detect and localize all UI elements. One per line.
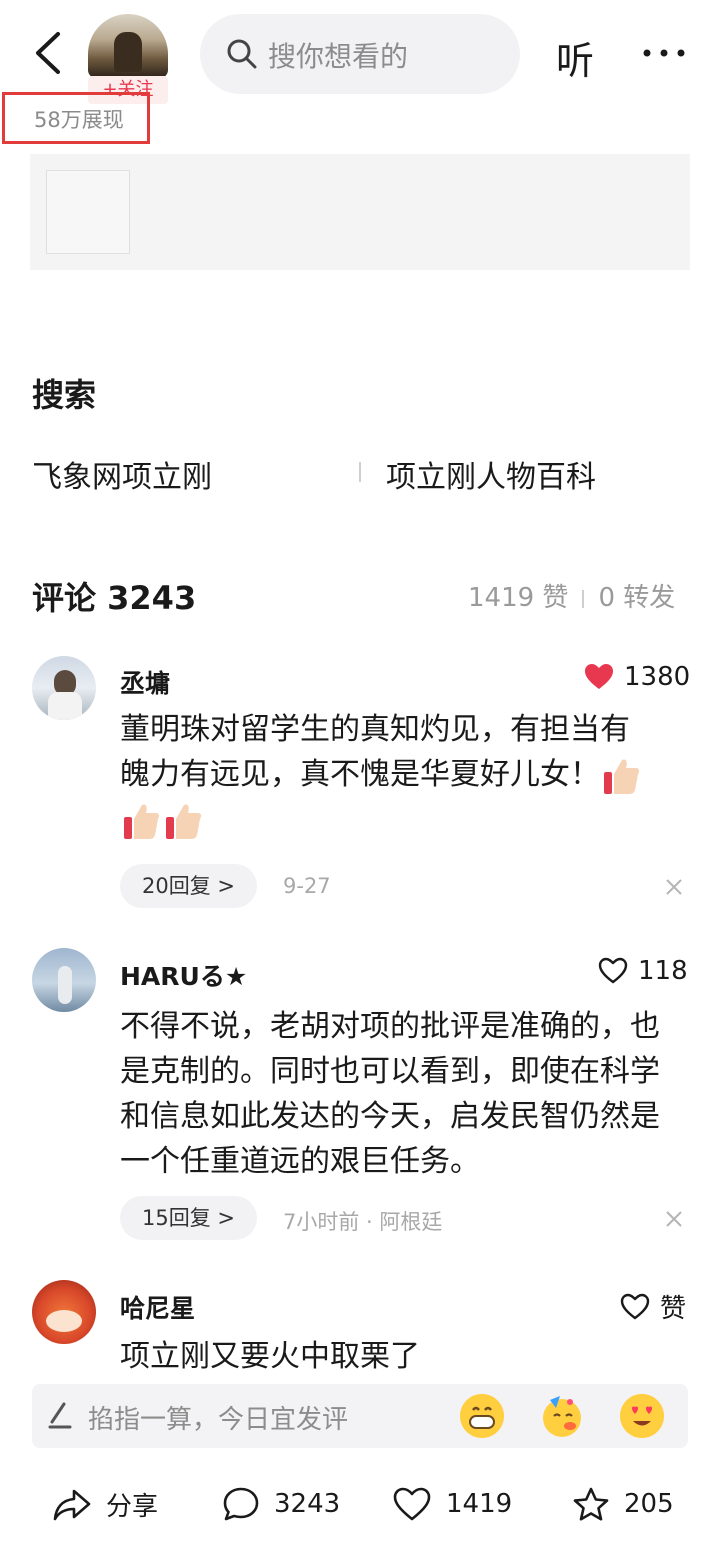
close-icon[interactable] — [664, 877, 684, 897]
share-button[interactable]: 分享 — [52, 1486, 158, 1523]
heart-eyes-emoji-icon[interactable] — [620, 1394, 664, 1438]
search-placeholder[interactable]: 搜你想看的 — [268, 35, 408, 75]
heart-outline-icon — [598, 957, 628, 984]
thumbs-up-emoji — [164, 801, 202, 841]
more-options-icon[interactable] — [642, 48, 686, 58]
comment-bubble-icon — [223, 1487, 259, 1521]
heart-filled-icon — [585, 664, 613, 689]
comment-like-button[interactable]: 118 — [598, 956, 688, 986]
comment-like-button[interactable]: 1380 — [584, 662, 690, 692]
comment-like-count: 1380 — [624, 662, 691, 692]
comment-meta: 9-27 — [283, 874, 331, 898]
author-avatar[interactable]: +关注 — [88, 14, 168, 104]
views-count: 58万展现 — [34, 108, 124, 132]
commenter-name[interactable]: 丞墉 — [120, 664, 170, 700]
comment-like-count: 赞 — [660, 1294, 687, 1324]
close-icon[interactable] — [664, 1209, 684, 1229]
comment-text: 项立刚又要火中取栗了 — [120, 1339, 420, 1374]
commenter-name[interactable]: 哈尼星 — [120, 1289, 195, 1325]
favorite-button[interactable]: 205 — [572, 1486, 674, 1522]
back-arrow-icon[interactable] — [28, 30, 68, 76]
content-image-placeholder — [46, 170, 130, 254]
party-emoji-icon[interactable] — [540, 1394, 584, 1438]
divider — [359, 462, 361, 482]
comment-input-placeholder[interactable]: 掐指一算，今日宜发评 — [88, 1399, 348, 1436]
comment-meta: 7小时前 · 阿根廷 — [283, 1210, 443, 1234]
star-icon — [573, 1487, 609, 1521]
commenter-avatar[interactable] — [32, 948, 96, 1012]
like-button[interactable]: 1419 — [392, 1486, 512, 1522]
comments-stats: 1419 赞 0 转发 — [468, 577, 675, 614]
heart-outline-icon — [393, 1487, 431, 1521]
comment-like-button[interactable]: 赞 — [620, 1288, 686, 1325]
grin-emoji-icon[interactable] — [460, 1394, 504, 1438]
search-icon — [227, 39, 257, 69]
thumbs-up-emoji — [122, 801, 160, 841]
comment-like-count: 118 — [638, 956, 688, 986]
likes-summary: 1419 赞 — [468, 583, 569, 613]
pen-icon — [48, 1402, 72, 1429]
reply-count-button[interactable]: 20回复 > — [120, 864, 257, 908]
reply-count-button[interactable]: 15回复 > — [120, 1196, 257, 1240]
share-icon — [53, 1489, 91, 1520]
shares-summary[interactable]: 0 转发 — [598, 583, 675, 613]
comments-title: 评论 3243 — [32, 579, 197, 617]
listen-button[interactable]: 听 — [556, 30, 594, 85]
commenter-avatar[interactable] — [32, 656, 96, 720]
heart-outline-icon — [620, 1293, 650, 1319]
search-link-2[interactable]: 项立刚人物百科 — [386, 452, 596, 496]
comment-text: 不得不说，老胡对项的批评是准确的，也是克制的。同时也可以看到，即使在科学和信息如… — [120, 1009, 660, 1179]
search-section-title: 搜索 — [32, 376, 97, 414]
comment-text: 董明珠对留学生的真知灼见，有担当有 魄力有远见，真不愧是华夏好儿女！ — [120, 707, 690, 842]
commenter-name[interactable]: HARUる★ — [120, 957, 247, 993]
comment-button[interactable]: 3243 — [222, 1486, 340, 1522]
thumbs-up-emoji — [602, 756, 640, 796]
search-link-1[interactable]: 飞象网项立刚 — [32, 452, 212, 496]
commenter-avatar[interactable] — [32, 1280, 96, 1344]
